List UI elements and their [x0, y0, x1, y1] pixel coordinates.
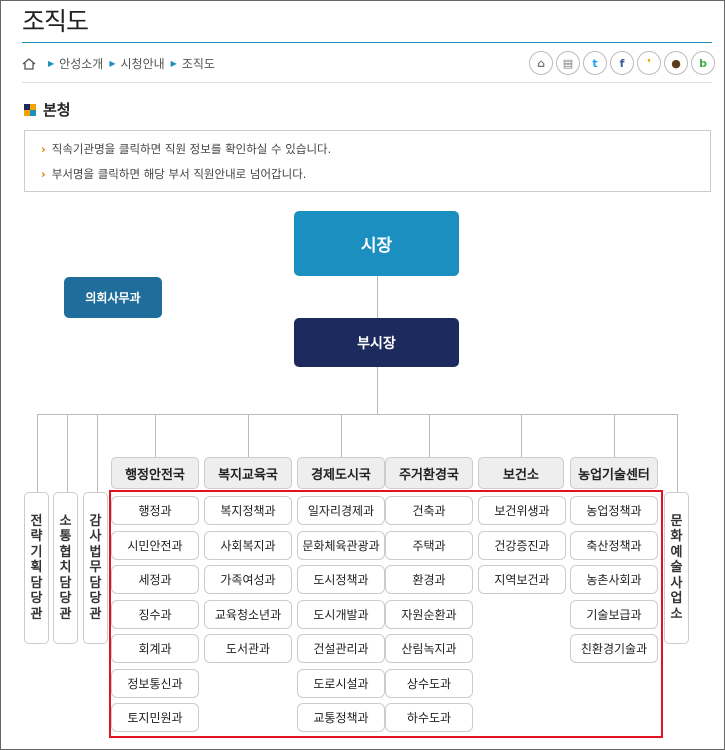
officer-char: 담 — [30, 575, 43, 591]
breadcrumb-item[interactable]: 안성소개 — [59, 55, 103, 72]
department-header[interactable]: 복지교육국 — [204, 457, 292, 489]
notice-line: 부서명을 클릭하면 해당 부서 직원안내로 넘어갑니다. — [41, 164, 710, 189]
officer-char: 담 — [59, 575, 72, 591]
breadcrumb-arrow-icon: ▶ — [48, 59, 55, 68]
page-title: 조직도 — [22, 7, 89, 36]
officer-box[interactable]: 감사법무담당관 — [83, 492, 108, 644]
title-divider — [22, 42, 712, 43]
connector-line — [248, 414, 249, 457]
connector-line — [37, 414, 38, 492]
department-header[interactable]: 보건소 — [478, 457, 564, 489]
officer-char: 관 — [89, 606, 102, 622]
officer-box[interactable]: 전략기획담당관 — [24, 492, 49, 644]
officer-char: 관 — [30, 606, 43, 622]
officer-char: 당 — [89, 591, 102, 607]
officer-char: 담 — [89, 575, 102, 591]
office-char: 화 — [670, 529, 683, 545]
breadcrumb-divider — [22, 82, 712, 83]
officer-char: 당 — [59, 591, 72, 607]
officer-char: 관 — [59, 606, 72, 622]
connector-line — [37, 414, 677, 415]
office-box[interactable]: 문화예술사업소 — [664, 492, 689, 644]
officer-box[interactable]: 소통협치담당관 — [53, 492, 78, 644]
officer-char: 략 — [30, 529, 43, 545]
section-bullet-icon — [24, 103, 36, 116]
office-char: 문 — [670, 513, 683, 529]
connector-line — [521, 414, 522, 457]
connector-line — [155, 414, 156, 457]
department-header[interactable]: 행정안전국 — [111, 457, 199, 489]
office-char: 소 — [670, 606, 683, 622]
notice-line: 직속기관명을 클릭하면 직원 정보를 확인하실 수 있습니다. — [41, 139, 710, 164]
officer-char: 획 — [30, 560, 43, 576]
office-char: 예 — [670, 544, 683, 560]
department-header[interactable]: 경제도시국 — [297, 457, 385, 489]
breadcrumb-item-current: 조직도 — [181, 57, 215, 71]
connector-line — [67, 414, 68, 492]
officer-char: 전 — [30, 513, 43, 529]
notice-box: 직속기관명을 클릭하면 직원 정보를 확인하실 수 있습니다. 부서명을 클릭하… — [24, 130, 711, 192]
connector-line — [677, 414, 678, 492]
connector-line — [614, 414, 615, 457]
section-title: 본청 — [43, 101, 71, 119]
office-char: 술 — [670, 560, 683, 576]
connector-line — [97, 414, 98, 492]
twitter-icon[interactable]: t — [583, 51, 607, 75]
connector-line — [377, 276, 378, 318]
council-office-box[interactable]: 의회사무과 — [64, 277, 162, 318]
officer-char: 당 — [30, 591, 43, 607]
officer-char: 무 — [89, 560, 102, 576]
highlight-frame — [109, 490, 663, 738]
officer-char: 감 — [89, 513, 102, 529]
breadcrumb-arrow-icon: ▶ — [109, 59, 116, 68]
vice-mayor-box[interactable]: 부시장 — [294, 318, 459, 367]
department-header[interactable]: 농업기술센터 — [570, 457, 658, 489]
facebook-icon[interactable]: f — [610, 51, 634, 75]
connector-line — [341, 414, 342, 457]
kakaostory-icon[interactable]: ❜ — [637, 51, 661, 75]
breadcrumb-item[interactable]: 시청안내 — [120, 55, 164, 72]
officer-char: 소 — [59, 513, 72, 529]
officer-char: 사 — [89, 529, 102, 545]
office-char: 사 — [670, 575, 683, 591]
officer-char: 통 — [59, 529, 72, 545]
band-icon[interactable]: b — [691, 51, 715, 75]
department-header[interactable]: 주거환경국 — [385, 457, 473, 489]
officer-char: 기 — [30, 544, 43, 560]
share-toolbar: ⌂ ▤ t f ❜ ● b — [529, 51, 715, 75]
officer-char: 법 — [89, 544, 102, 560]
breadcrumb: ▶ 안성소개 ▶ 시청안내 ▶ 조직도 — [22, 55, 215, 72]
officer-char: 협 — [59, 544, 72, 560]
officer-char: 치 — [59, 560, 72, 576]
kakaotalk-icon[interactable]: ● — [664, 51, 688, 75]
mayor-box[interactable]: 시장 — [294, 211, 459, 276]
office-char: 업 — [670, 591, 683, 607]
connector-line — [377, 367, 378, 414]
section-heading: 본청 — [24, 99, 71, 120]
connector-line — [429, 414, 430, 457]
scrap-icon[interactable]: ⌂ — [529, 51, 553, 75]
home-icon[interactable] — [22, 57, 36, 70]
breadcrumb-arrow-icon: ▶ — [170, 59, 177, 68]
print-icon[interactable]: ▤ — [556, 51, 580, 75]
